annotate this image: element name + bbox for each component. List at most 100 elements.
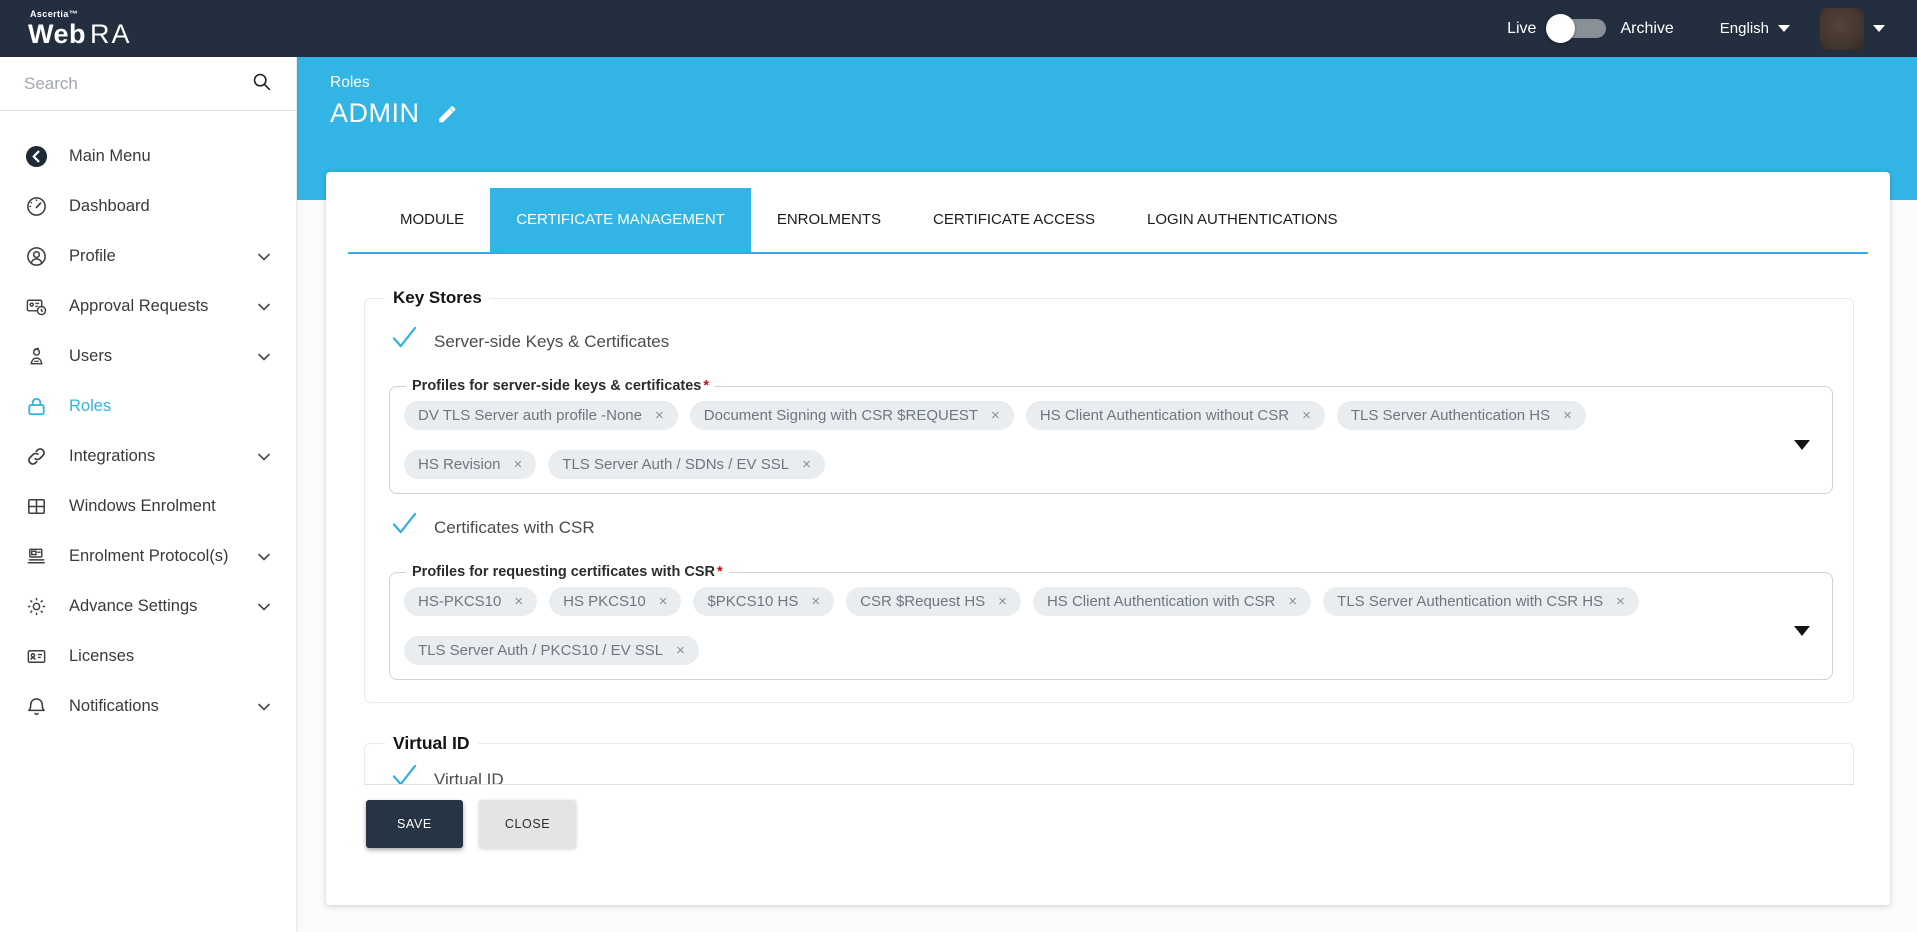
chevron-down-icon [258, 597, 270, 616]
required-asterisk: * [703, 378, 709, 394]
sidebar-menu: Main Menu Dashboard Profile Approval Req… [0, 111, 296, 731]
sidebar-item-users[interactable]: Users [0, 331, 296, 381]
profile-icon [25, 245, 48, 268]
breadcrumb: Roles [330, 74, 370, 91]
toggle-knob[interactable] [1546, 14, 1576, 43]
remove-chip-icon[interactable]: × [998, 594, 1007, 609]
brand-webra: Web RA [28, 18, 132, 49]
tab-enrolments[interactable]: ENROLMENTS [751, 188, 907, 252]
sidebar-item-main-menu[interactable]: Main Menu [0, 131, 296, 181]
brand-logo[interactable]: Ascertia™ Web RA [28, 8, 132, 49]
section-title: Virtual ID [393, 733, 470, 753]
profile-chip: TLS Server Authentication HS × [1336, 401, 1586, 430]
dropdown-caret-icon[interactable] [1794, 439, 1810, 450]
back-circle-icon [25, 145, 48, 168]
remove-chip-icon[interactable]: × [655, 408, 664, 423]
checkbox-label: Server-side Keys & Certificates [434, 332, 670, 351]
sidebar: Main Menu Dashboard [0, 57, 297, 932]
tab-certificate-access[interactable]: CERTIFICATE ACCESS [907, 188, 1121, 252]
sidebar-item-advance-settings[interactable]: Advance Settings [0, 581, 296, 631]
chevron-down-icon [1873, 25, 1885, 32]
profile-chip: HS-PKCS10 × [404, 587, 538, 616]
chevron-down-icon [1778, 25, 1790, 32]
checkbox-virtual-id[interactable]: Virtual ID [391, 764, 1839, 784]
live-archive-toggle[interactable] [1546, 14, 1607, 43]
dropdown-caret-icon[interactable] [1794, 625, 1810, 636]
language-dropdown[interactable]: English [1720, 20, 1790, 37]
dashboard-icon [25, 195, 48, 218]
virtual-id-section: Virtual ID Virtual ID [364, 733, 1854, 785]
chevron-down-icon [258, 347, 270, 366]
csr-group: Certificates with CSR Profiles for reque… [381, 512, 1839, 680]
users-icon [25, 345, 48, 368]
chevron-down-icon [258, 447, 270, 466]
checkmark-icon [391, 326, 418, 354]
brand-ascertia: Ascertia™ [30, 8, 79, 19]
chevron-down-icon [258, 247, 270, 266]
tab-module[interactable]: MODULE [374, 188, 490, 252]
window-icon [25, 495, 48, 518]
checkmark-icon [391, 764, 418, 784]
sidebar-item-enrolment-protocols[interactable]: Enrolment Protocol(s) [0, 531, 296, 581]
search-input[interactable] [24, 73, 251, 94]
profile-chip: TLS Server Authentication with CSR HS × [1323, 587, 1639, 616]
remove-chip-icon[interactable]: × [676, 643, 685, 658]
remove-chip-icon[interactable]: × [811, 594, 820, 609]
csr-profiles-select: Profiles for requesting certificates wit… [389, 564, 1833, 680]
remove-chip-icon[interactable]: × [1288, 594, 1297, 609]
selected-profiles: HS-PKCS10 × HS PKCS10 × $PKCS10 HS × CSR $R… [404, 587, 1762, 665]
user-menu[interactable] [1820, 7, 1885, 50]
sidebar-item-roles[interactable]: Roles [0, 381, 296, 431]
search-icon[interactable] [251, 71, 272, 97]
role-detail-card: MODULE CERTIFICATE MANAGEMENT ENROLMENTS… [326, 172, 1890, 905]
remove-chip-icon[interactable]: × [1616, 594, 1625, 609]
profile-chip: DV TLS Server auth profile -None × [404, 401, 678, 430]
sidebar-item-approval-requests[interactable]: Approval Requests [0, 281, 296, 331]
webra-app: Ascertia™ Web RA Live Archive English Se… [0, 0, 1917, 932]
field-label: Profiles for requesting certificates wit… [412, 564, 715, 580]
remove-chip-icon[interactable]: × [1563, 408, 1572, 423]
remove-chip-icon[interactable]: × [802, 457, 811, 472]
sidebar-item-label: Notifications [69, 696, 159, 715]
navbar-right: Live Archive English [1507, 7, 1885, 50]
profile-chip: HS Client Authentication with CSR × [1032, 587, 1312, 616]
tab-login-authentications[interactable]: LOGIN AUTHENTICATIONS [1121, 188, 1364, 252]
profile-chip: TLS Server Auth / PKCS10 / EV SSL × [404, 636, 699, 665]
top-navbar: Ascertia™ Web RA Live Archive English [0, 0, 1917, 57]
avatar [1820, 7, 1864, 50]
profile-chip: Document Signing with CSR $REQUEST × [689, 401, 1014, 430]
remove-chip-icon[interactable]: × [514, 594, 523, 609]
id-card-icon [25, 645, 48, 668]
chevron-down-icon [258, 697, 270, 716]
checkbox-server-side-keys[interactable]: Server-side Keys & Certificates [391, 326, 1839, 356]
sidebar-item-profile[interactable]: Profile [0, 231, 296, 281]
remove-chip-icon[interactable]: × [991, 408, 1000, 423]
profile-chip: HS Revision × [404, 450, 537, 479]
live-label: Live [1507, 19, 1537, 37]
checkbox-certificates-with-csr[interactable]: Certificates with CSR [391, 512, 1839, 542]
profile-chip: HS PKCS10 × [549, 587, 682, 616]
close-button[interactable]: CLOSE [478, 800, 577, 848]
sidebar-item-label: Users [69, 346, 113, 365]
sidebar-item-licenses[interactable]: Licenses [0, 631, 296, 681]
sidebar-item-windows-enrolment[interactable]: Windows Enrolment [0, 481, 296, 531]
remove-chip-icon[interactable]: × [659, 594, 668, 609]
sidebar-item-dashboard[interactable]: Dashboard [0, 181, 296, 231]
gear-icon [25, 595, 48, 618]
selected-profiles: DV TLS Server auth profile -None × Docume… [404, 401, 1762, 479]
sidebar-item-integrations[interactable]: Integrations [0, 431, 296, 481]
save-button[interactable]: SAVE [366, 800, 463, 848]
checkbox-label: Certificates with CSR [434, 518, 595, 537]
remove-chip-icon[interactable]: × [514, 457, 523, 472]
sidebar-item-label: Profile [69, 246, 116, 265]
archive-label: Archive [1620, 19, 1674, 37]
sidebar-item-label: Dashboard [69, 196, 150, 215]
sidebar-item-label: Integrations [69, 446, 156, 465]
sidebar-item-notifications[interactable]: Notifications [0, 681, 296, 731]
remove-chip-icon[interactable]: × [1302, 408, 1311, 423]
tab-certificate-management[interactable]: CERTIFICATE MANAGEMENT [490, 188, 751, 252]
profile-chip: CSR $Request HS × [846, 587, 1021, 616]
edit-pencil-icon[interactable] [436, 103, 458, 125]
sidebar-item-label: Approval Requests [69, 296, 209, 315]
sidebar-item-label: Enrolment Protocol(s) [69, 546, 229, 565]
